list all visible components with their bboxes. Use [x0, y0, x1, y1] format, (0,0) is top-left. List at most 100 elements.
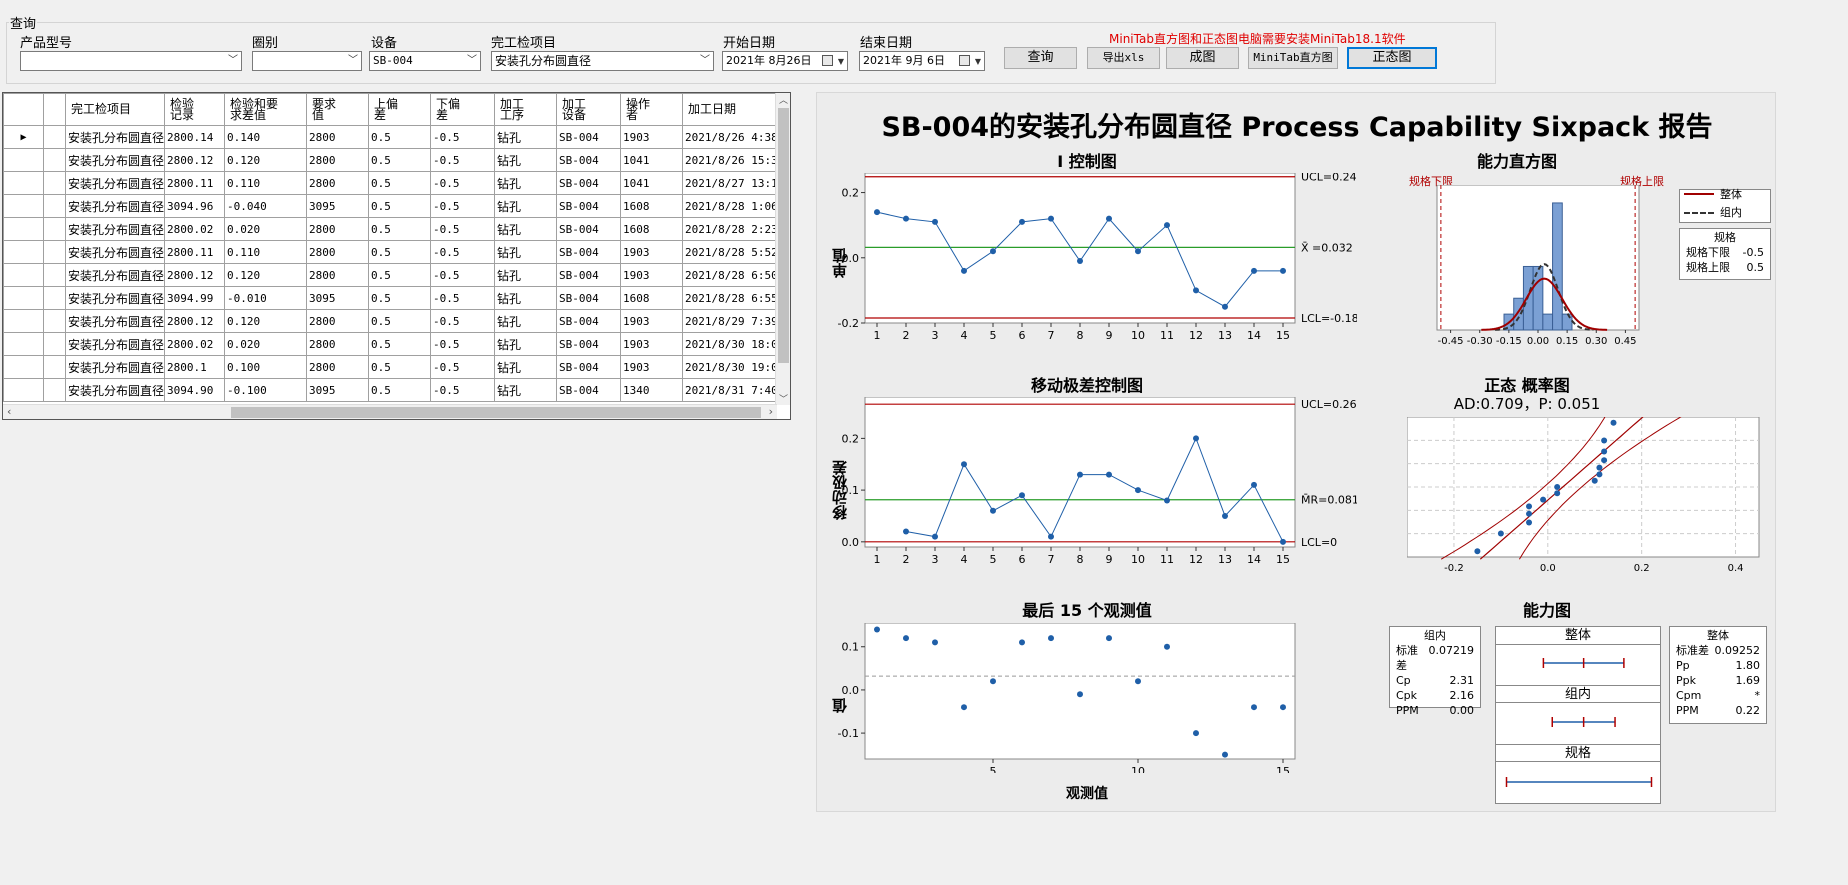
table-cell[interactable]: 钻孔 — [494, 378, 558, 402]
table-row[interactable]: 安装孔分布圆直径 3094.99 -0.010 3095 0.5 -0.5 钻孔 SB-004… — [3, 286, 786, 310]
column-header[interactable]: 下偏差 — [430, 93, 496, 126]
blank-cell[interactable] — [43, 194, 66, 218]
table-row[interactable]: 安装孔分布圆直径 2800.12 0.120 2800 0.5 -0.5 钻孔 SB-004 1… — [3, 263, 786, 287]
table-cell[interactable]: 0.5 — [368, 286, 432, 310]
table-cell[interactable]: 3095 — [306, 286, 370, 310]
table-cell[interactable]: 2800.12 — [164, 263, 226, 287]
table-cell[interactable]: 1041 — [620, 148, 684, 172]
query-button[interactable]: 查询 — [1004, 47, 1077, 69]
chevron-left-icon[interactable]: ‹ — [7, 405, 11, 418]
row-header[interactable] — [3, 286, 44, 310]
table-row[interactable]: 安装孔分布圆直径 2800.12 0.120 2800 0.5 -0.5 钻孔 SB-004 1… — [3, 309, 786, 333]
table-cell[interactable]: -0.5 — [430, 171, 496, 195]
table-cell[interactable]: 2800.12 — [164, 148, 226, 172]
table-cell[interactable]: -0.5 — [430, 217, 496, 241]
row-header[interactable] — [3, 240, 44, 264]
chevron-right-icon[interactable]: › — [769, 405, 773, 418]
table-cell[interactable]: SB-004 — [556, 286, 622, 310]
blank-cell[interactable] — [43, 286, 66, 310]
table-cell[interactable]: 2800.14 — [164, 125, 226, 149]
table-cell[interactable]: 安装孔分布圆直径 — [64, 286, 166, 310]
table-cell[interactable]: 安装孔分布圆直径 — [64, 194, 166, 218]
blank-cell[interactable] — [43, 148, 66, 172]
chart-button[interactable]: 成图 — [1166, 47, 1239, 69]
table-cell[interactable]: 2800.02 — [164, 332, 226, 356]
table-cell[interactable]: 2021/8/26 4:38 — [682, 125, 786, 149]
table-cell[interactable]: 安装孔分布圆直径 — [64, 240, 166, 264]
table-cell[interactable]: 2800 — [306, 171, 370, 195]
table-cell[interactable]: 0.120 — [224, 309, 308, 333]
table-cell[interactable]: 2800 — [306, 240, 370, 264]
column-header[interactable]: 检验 记录 — [164, 93, 226, 126]
table-cell[interactable]: 安装孔分布圆直径 — [64, 171, 166, 195]
table-cell[interactable]: 0.5 — [368, 240, 432, 264]
table-cell[interactable]: 1903 — [620, 355, 684, 379]
row-header[interactable] — [3, 332, 44, 356]
table-cell[interactable]: 2800 — [306, 125, 370, 149]
row-header[interactable] — [3, 355, 44, 379]
table-cell[interactable]: 0.120 — [224, 148, 308, 172]
table-row[interactable]: 安装孔分布圆直径 2800.11 0.110 2800 0.5 -0.5 钻孔 SB-004 1… — [3, 171, 786, 195]
horizontal-scrollbar[interactable]: ‹ › — [3, 404, 777, 419]
table-cell[interactable]: SB-004 — [556, 194, 622, 218]
table-cell[interactable]: -0.5 — [430, 125, 496, 149]
table-cell[interactable]: 1903 — [620, 263, 684, 287]
table-cell[interactable]: 1903 — [620, 332, 684, 356]
table-cell[interactable]: 0.5 — [368, 332, 432, 356]
table-cell[interactable]: 2800 — [306, 263, 370, 287]
table-cell[interactable]: 钻孔 — [494, 217, 558, 241]
table-cell[interactable]: 2021/8/29 7:39 — [682, 309, 786, 333]
table-cell[interactable]: SB-004 — [556, 148, 622, 172]
table-cell[interactable]: 2021/8/28 2:23 — [682, 217, 786, 241]
table-cell[interactable]: 钻孔 — [494, 125, 558, 149]
table-cell[interactable]: -0.100 — [224, 378, 308, 402]
inspection-item-select[interactable]: 安装孔分布圆直径 ﹀ — [491, 51, 714, 71]
table-cell[interactable]: SB-004 — [556, 332, 622, 356]
table-cell[interactable]: 安装孔分布圆直径 — [64, 148, 166, 172]
table-cell[interactable]: 2021/8/28 5:52 — [682, 240, 786, 264]
column-header[interactable]: 完工检项目 — [64, 93, 166, 126]
table-cell[interactable]: SB-004 — [556, 309, 622, 333]
table-cell[interactable]: 3095 — [306, 194, 370, 218]
table-cell[interactable]: 2021/8/30 18:09 — [682, 332, 786, 356]
row-header[interactable]: ▶ — [3, 125, 44, 149]
table-cell[interactable]: 安装孔分布圆直径 — [64, 263, 166, 287]
table-cell[interactable]: -0.040 — [224, 194, 308, 218]
table-cell[interactable]: SB-004 — [556, 171, 622, 195]
table-cell[interactable]: SB-004 — [556, 217, 622, 241]
blank-cell[interactable] — [43, 378, 66, 402]
chevron-down-icon[interactable]: ▼ — [975, 53, 981, 71]
table-cell[interactable]: -0.5 — [430, 148, 496, 172]
blank-cell[interactable] — [43, 125, 66, 149]
table-row[interactable]: 安装孔分布圆直径 2800.11 0.110 2800 0.5 -0.5 钻孔 SB-004 1… — [3, 240, 786, 264]
table-cell[interactable]: -0.5 — [430, 194, 496, 218]
export-xls-button[interactable]: 导出xls — [1087, 47, 1160, 69]
row-header[interactable] — [3, 194, 44, 218]
blank-cell[interactable] — [43, 171, 66, 195]
table-row[interactable]: 安装孔分布圆直径 2800.12 0.120 2800 0.5 -0.5 钻孔 SB-004 1… — [3, 148, 786, 172]
table-cell[interactable]: -0.5 — [430, 286, 496, 310]
table-cell[interactable]: 0.120 — [224, 263, 308, 287]
column-header[interactable]: 检验和要 求差值 — [224, 93, 308, 126]
table-cell[interactable]: SB-004 — [556, 240, 622, 264]
calendar-icon[interactable] — [959, 55, 970, 66]
table-cell[interactable]: 2021/8/28 6:50 — [682, 263, 786, 287]
blank-cell[interactable] — [43, 332, 66, 356]
chevron-up-icon[interactable]: ︿ — [779, 93, 788, 106]
column-header[interactable]: 加工日期 — [682, 93, 786, 126]
table-cell[interactable]: SB-004 — [556, 263, 622, 287]
table-cell[interactable]: 2021/8/28 6:55 — [682, 286, 786, 310]
table-cell[interactable]: 钻孔 — [494, 263, 558, 287]
column-header[interactable]: 要求值 — [306, 93, 370, 126]
table-cell[interactable]: 3094.90 — [164, 378, 226, 402]
table-cell[interactable]: 钻孔 — [494, 148, 558, 172]
blank-cell[interactable] — [43, 263, 66, 287]
chevron-down-icon[interactable]: ▼ — [838, 53, 844, 71]
table-row[interactable]: 安装孔分布圆直径 3094.90 -0.100 3095 0.5 -0.5 钻孔 SB-004… — [3, 378, 786, 402]
vertical-scroll-thumb[interactable] — [778, 108, 789, 363]
table-cell[interactable]: 2800.11 — [164, 240, 226, 264]
table-cell[interactable]: 2800.11 — [164, 171, 226, 195]
column-header[interactable]: 加工 工序 — [494, 93, 558, 126]
row-header[interactable] — [3, 263, 44, 287]
data-grid[interactable]: 完工检项目 检验 记录 检验和要 求差值 要求值上偏差下偏差加工 工序 加工 设备 操作者加工日期… — [2, 92, 791, 420]
